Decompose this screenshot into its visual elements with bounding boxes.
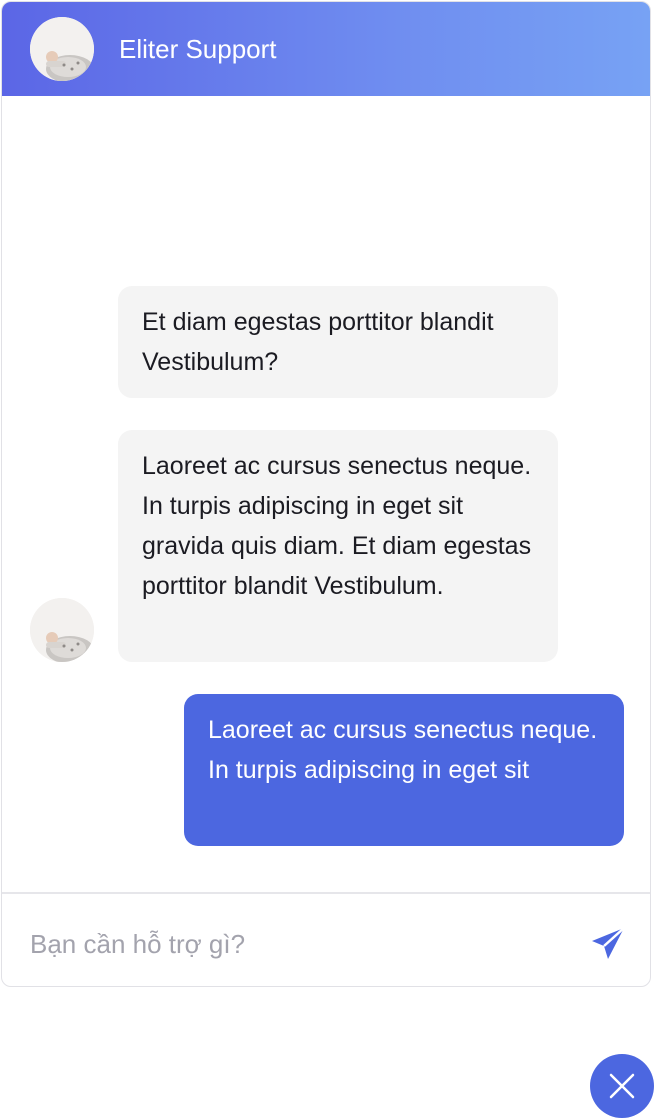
support-agent-avatar-icon: [30, 17, 94, 81]
close-icon: [609, 1073, 635, 1099]
chat-title: Eliter Support: [119, 34, 277, 64]
agent-message: Laoreet ac cursus senectus neque. In tur…: [118, 430, 558, 662]
send-button[interactable]: [588, 924, 628, 964]
chat-header: Eliter Support: [2, 2, 650, 96]
avatar: [30, 17, 94, 81]
close-chat-button[interactable]: [590, 1054, 654, 1118]
chat-widget: Eliter Support Et diam egestas porttitor…: [1, 1, 651, 987]
support-agent-avatar-icon: [30, 598, 94, 662]
user-message: Laoreet ac cursus senectus neque. In tur…: [184, 694, 624, 846]
message-composer: [2, 892, 650, 986]
message-input[interactable]: [30, 922, 550, 966]
avatar: [30, 598, 94, 662]
agent-message: Et diam egestas porttitor blandit Vestib…: [118, 286, 558, 398]
send-icon: [592, 927, 625, 959]
